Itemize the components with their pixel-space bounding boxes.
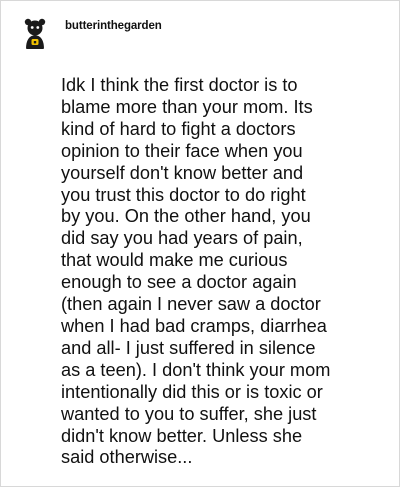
- post-header: butterinthegarden: [17, 13, 162, 53]
- post-body-text: Idk I think the first doctor is to blame…: [61, 75, 331, 468]
- avatar-icon: [17, 15, 53, 51]
- post-card: butterinthegarden Idk I think the first …: [0, 0, 400, 487]
- user-avatar[interactable]: [17, 15, 53, 51]
- post-username[interactable]: butterinthegarden: [65, 20, 162, 32]
